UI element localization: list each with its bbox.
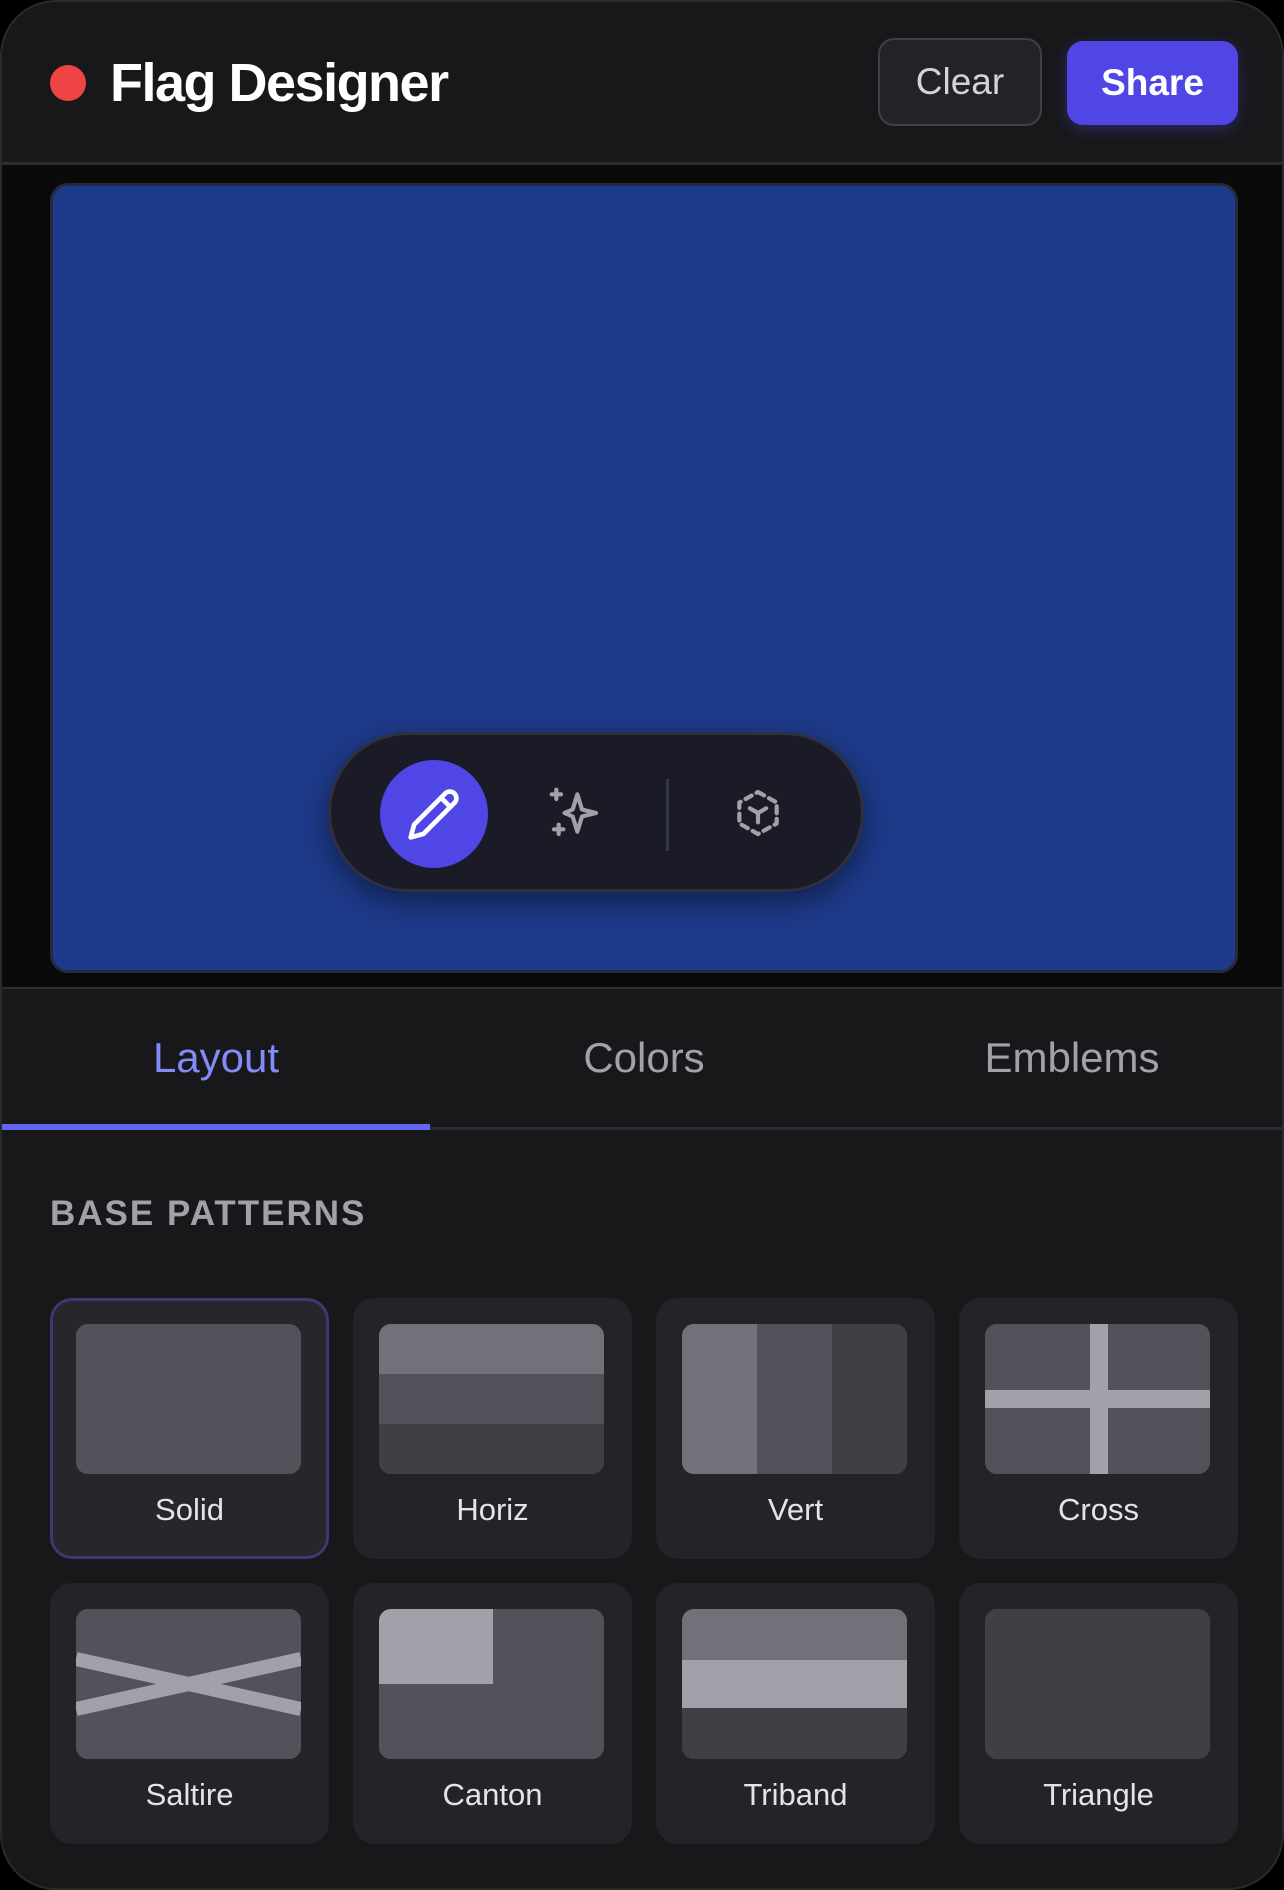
tab-label: Layout	[152, 1034, 280, 1081]
tab-label: Colors	[583, 1034, 705, 1081]
pattern-horiz-preview	[379, 1324, 604, 1474]
pattern-triangle-preview	[985, 1609, 1210, 1759]
tab-label: Emblems	[984, 1034, 1160, 1081]
pattern-label: Vert	[767, 1492, 824, 1527]
section-title: BASE PATTERNS	[50, 1194, 367, 1233]
pencil-tool-button[interactable]	[380, 760, 488, 868]
pattern-vert-preview	[682, 1324, 907, 1474]
toolbar-divider	[666, 779, 669, 851]
active-tab-indicator	[2, 1124, 430, 1130]
tab-layout[interactable]: Layout	[2, 989, 430, 1130]
pattern-triband[interactable]: Triband	[656, 1583, 935, 1844]
select-icon	[737, 789, 779, 837]
pattern-label: Triangle	[1043, 1777, 1154, 1812]
pattern-vert[interactable]: Vert	[656, 1298, 935, 1559]
floating-toolbar	[328, 732, 864, 892]
sparkle-tool-button[interactable]	[542, 780, 608, 846]
pattern-label: Cross	[1058, 1492, 1139, 1527]
pattern-solid[interactable]: Solid	[50, 1298, 329, 1559]
app-header: Flag Designer Clear Share	[2, 2, 1282, 165]
flag-designer-app: Flag Designer Clear Share Layout Colors …	[0, 0, 1284, 1890]
pattern-cross[interactable]: Cross	[959, 1298, 1238, 1559]
pattern-saltire[interactable]: Saltire	[50, 1583, 329, 1844]
pattern-cross-preview	[985, 1324, 1210, 1474]
status-dot	[50, 65, 86, 101]
select-tool-button[interactable]	[725, 780, 791, 846]
pattern-label: Horiz	[456, 1492, 529, 1527]
pencil-icon	[408, 789, 459, 840]
pattern-label: Solid	[155, 1492, 224, 1527]
pattern-canton[interactable]: Canton	[353, 1583, 632, 1844]
tab-bar: Layout Colors Emblems	[2, 987, 1282, 1130]
pattern-canton-preview	[379, 1609, 604, 1759]
pattern-triband-preview	[682, 1609, 907, 1759]
canvas-stage	[2, 165, 1282, 987]
tab-colors[interactable]: Colors	[430, 989, 858, 1127]
app-title: Flag Designer	[110, 53, 449, 113]
sparkle-icon	[549, 787, 599, 837]
pattern-label: Saltire	[145, 1777, 234, 1812]
pattern-label: Triband	[743, 1777, 848, 1812]
pattern-horiz[interactable]: Horiz	[353, 1298, 632, 1559]
share-button[interactable]: Share	[1067, 41, 1238, 125]
pattern-solid-preview	[76, 1324, 301, 1474]
pattern-saltire-preview	[76, 1609, 301, 1759]
clear-button[interactable]: Clear	[878, 38, 1042, 126]
pattern-label: Canton	[442, 1777, 543, 1812]
pattern-triangle[interactable]: Triangle	[959, 1583, 1238, 1844]
tab-emblems[interactable]: Emblems	[858, 989, 1282, 1127]
